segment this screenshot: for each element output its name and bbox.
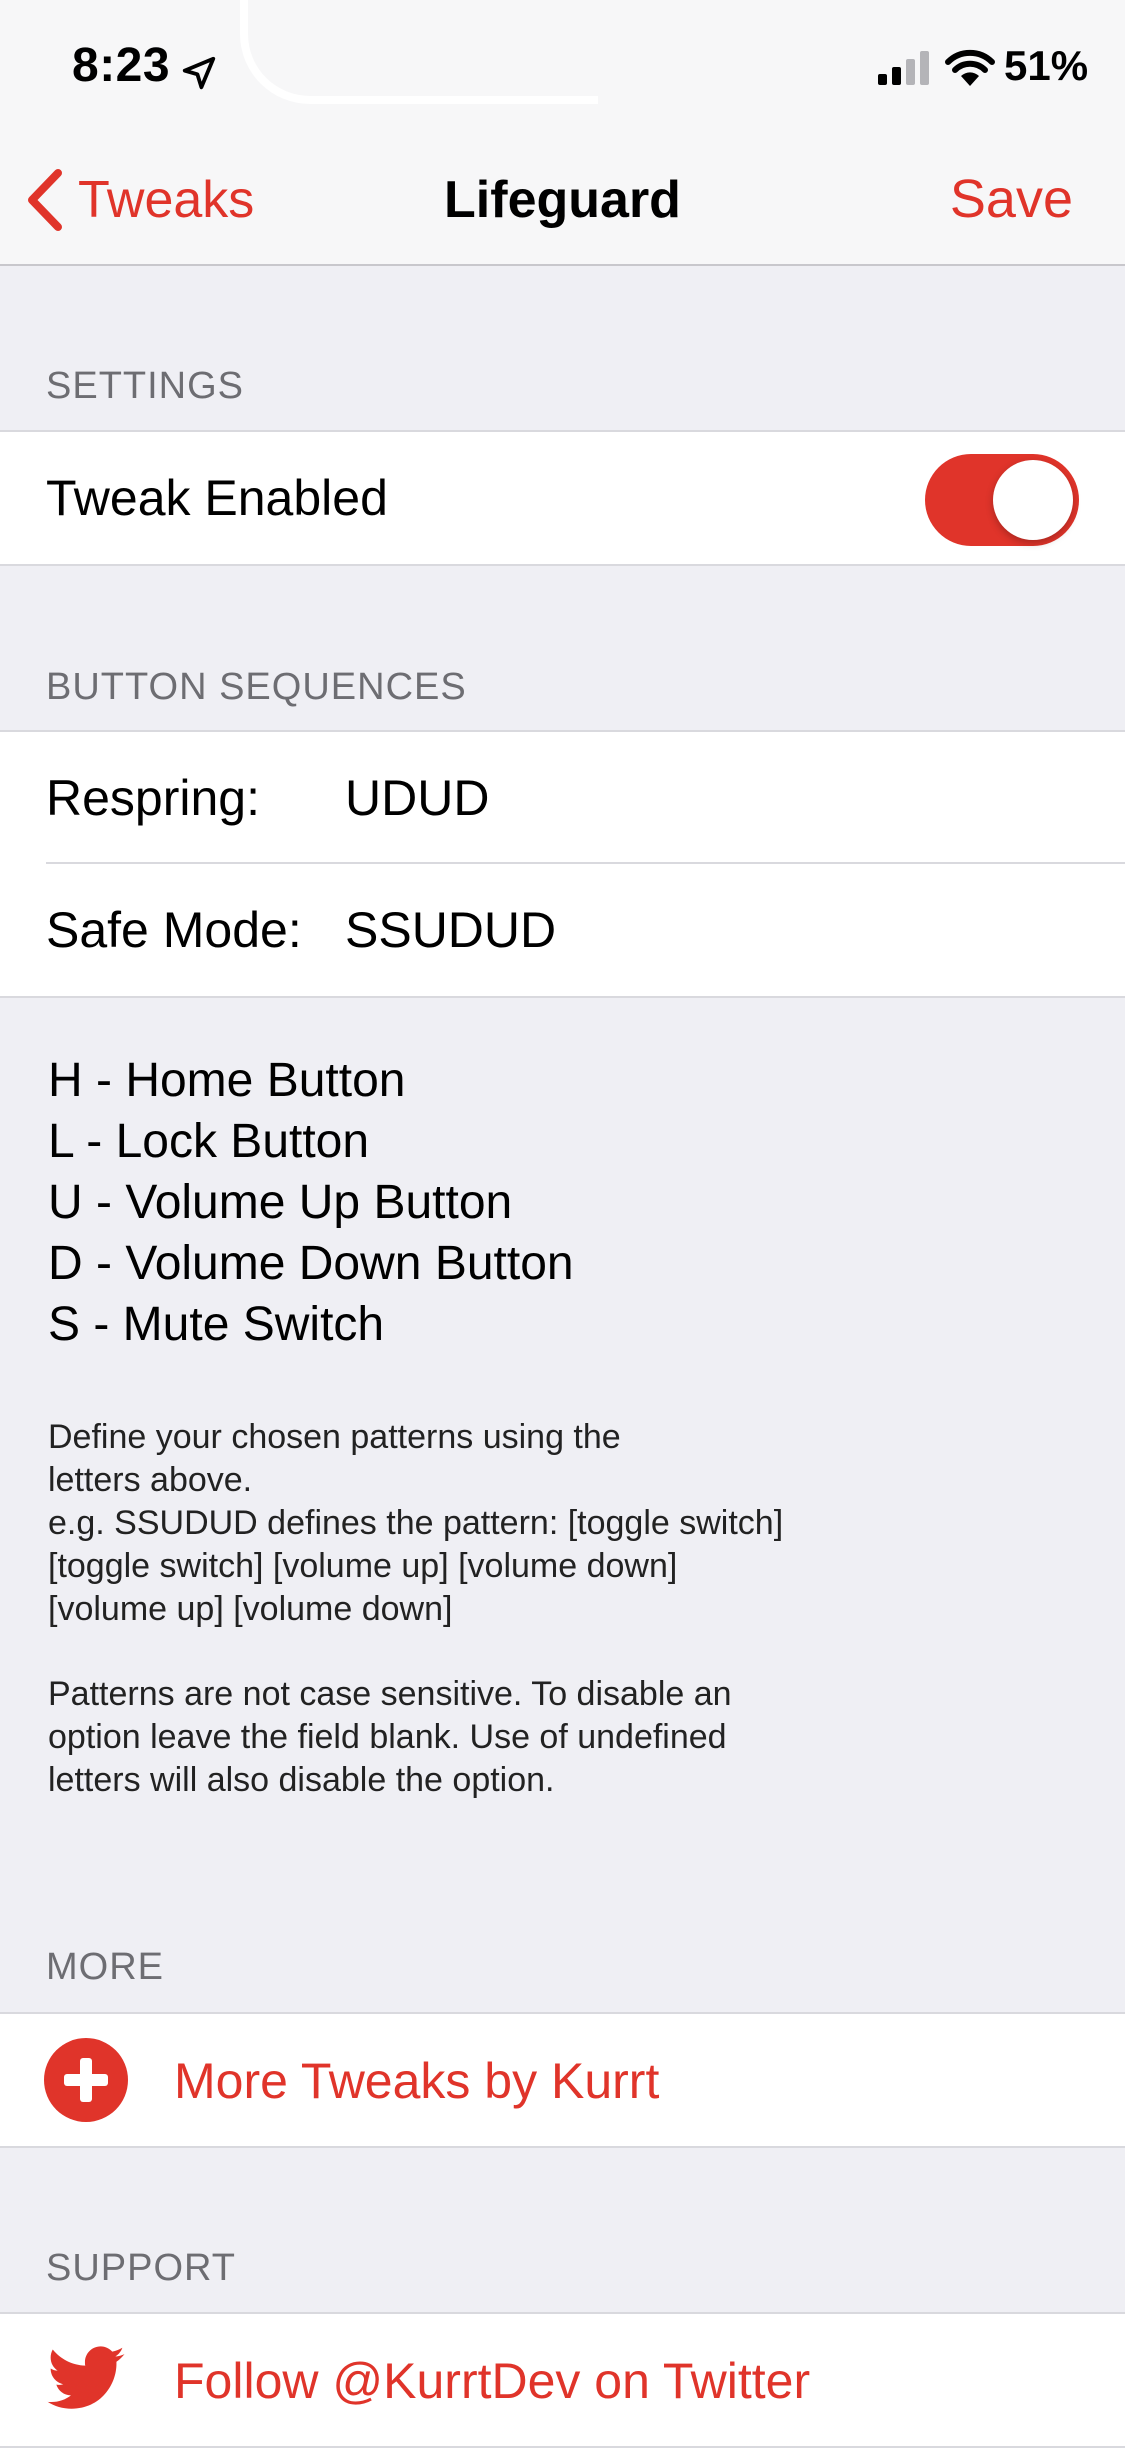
instructions-line: [toggle switch] [volume up] [volume down… xyxy=(48,1547,678,1585)
twitter-bird-icon xyxy=(47,2346,125,2409)
support-group: Follow @KurrtDev on Twitter xyxy=(0,2312,1125,2448)
pattern-notes: Patterns are not case sensitive. To disa… xyxy=(48,1673,948,1802)
battery-percentage: 51% xyxy=(1004,42,1089,89)
legend-item: D - Volume Down Button xyxy=(48,1237,574,1290)
safe-mode-label: Safe Mode: xyxy=(46,902,302,958)
respring-sequence-field[interactable]: UDUD xyxy=(345,769,489,827)
tweak-enabled-row: Tweak Enabled xyxy=(0,432,1125,564)
more-group: More Tweaks by Kurrt xyxy=(0,2012,1125,2148)
location-arrow-icon xyxy=(182,56,216,90)
notes-line: option leave the field blank. Use of und… xyxy=(48,1718,727,1756)
status-time: 8:23 xyxy=(72,39,171,92)
notes-line: Patterns are not case sensitive. To disa… xyxy=(48,1675,732,1713)
legend-item: H - Home Button xyxy=(48,1054,406,1107)
follow-twitter-label: Follow @KurrtDev on Twitter xyxy=(174,2353,811,2409)
legend-item: U - Volume Up Button xyxy=(48,1176,513,1229)
respring-label: Respring: xyxy=(46,770,260,826)
instructions-line: letters above. xyxy=(48,1461,253,1499)
tweak-enabled-label: Tweak Enabled xyxy=(46,470,388,526)
button-sequences-group: Respring: UDUD Safe Mode: SSUDUD xyxy=(0,730,1125,998)
respring-row[interactable]: Respring: UDUD xyxy=(0,732,1125,864)
follow-twitter-link[interactable]: Follow @KurrtDev on Twitter xyxy=(0,2314,1125,2446)
settings-group: Tweak Enabled xyxy=(0,430,1125,566)
instructions-line: e.g. SSUDUD defines the pattern: [toggle… xyxy=(48,1504,784,1542)
instructions-line: [volume up] [volume down] xyxy=(48,1590,453,1628)
cellular-signal-icon xyxy=(878,51,929,85)
notes-line: letters will also disable the option. xyxy=(48,1761,555,1799)
tweak-enabled-toggle[interactable] xyxy=(925,454,1079,546)
section-header-more: MORE xyxy=(46,1946,164,1988)
save-button[interactable]: Save xyxy=(950,168,1073,230)
legend-item: S - Mute Switch xyxy=(48,1298,385,1351)
safe-mode-row[interactable]: Safe Mode: SSUDUD xyxy=(0,864,1125,996)
button-legend: H - Home Button L - Lock Button U - Volu… xyxy=(48,1050,574,1355)
plus-circle-icon xyxy=(44,2038,128,2122)
toggle-knob xyxy=(993,460,1073,540)
legend-item: L - Lock Button xyxy=(48,1115,370,1168)
screen-notch-edge xyxy=(240,0,598,104)
pattern-instructions: Define your chosen patterns using the le… xyxy=(48,1416,948,1631)
navigation-bar: Tweaks Lifeguard Save xyxy=(0,132,1125,266)
more-tweaks-label: More Tweaks by Kurrt xyxy=(174,2053,660,2109)
wifi-icon xyxy=(945,49,995,86)
safe-mode-sequence-field[interactable]: SSUDUD xyxy=(345,901,556,959)
section-header-settings: SETTINGS xyxy=(46,365,245,407)
instructions-line: Define your chosen patterns using the xyxy=(48,1418,621,1456)
more-tweaks-link[interactable]: More Tweaks by Kurrt xyxy=(0,2014,1125,2146)
status-bar: 8:23 51% xyxy=(0,0,1125,132)
section-header-support: SUPPORT xyxy=(46,2247,237,2289)
section-header-button-sequences: BUTTON SEQUENCES xyxy=(46,666,467,708)
